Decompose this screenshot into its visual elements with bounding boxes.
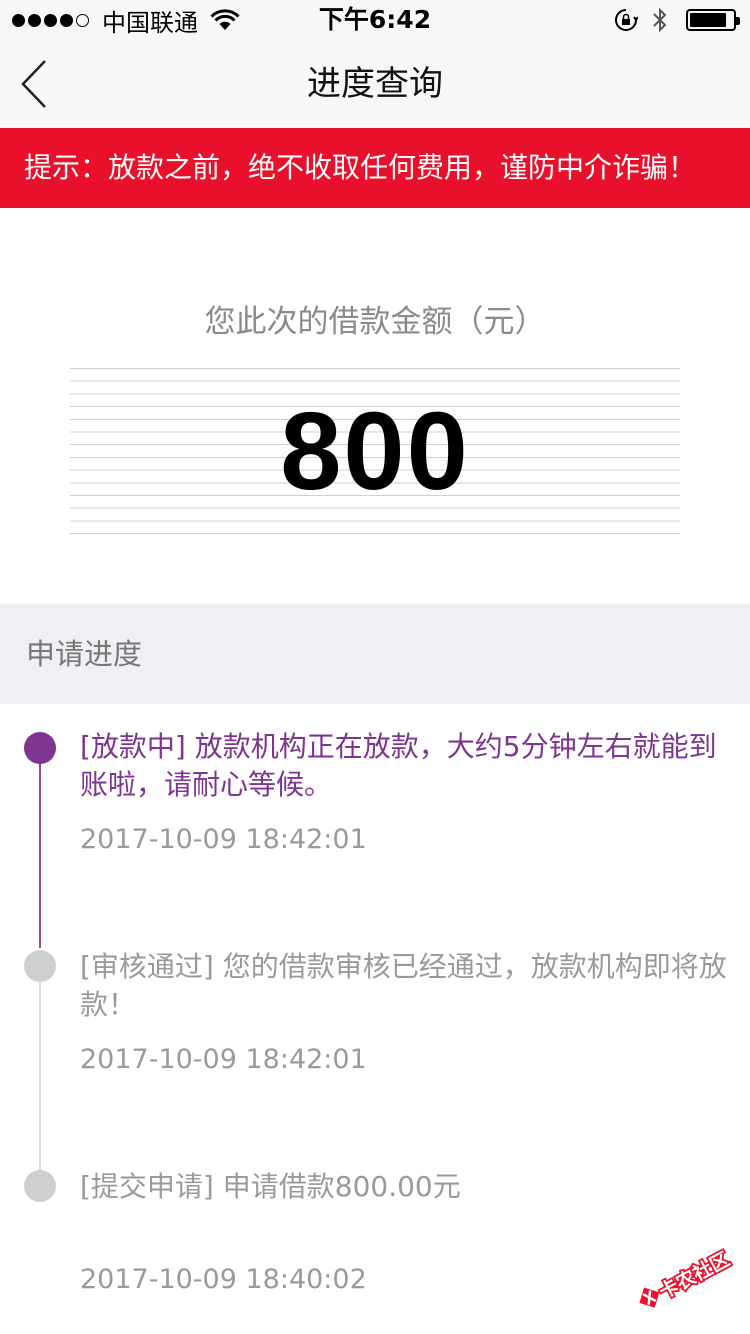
progress-section-title: 申请进度 bbox=[26, 637, 143, 671]
rotation-lock-icon bbox=[615, 9, 638, 31]
timeline-step-text: [审核通过] 您的借款审核已经通过，放款机构即将放款！ bbox=[80, 950, 727, 1021]
loan-amount-value: 800 bbox=[280, 390, 470, 513]
timeline-step-time: 2017-10-09 18:42:01 bbox=[80, 824, 367, 855]
progress-timeline: [放款中] 放款机构正在放款，大约5分钟左右就能到账啦，请耐心等候。 2017-… bbox=[0, 704, 750, 1334]
navigation-bar: 进度查询 bbox=[0, 40, 750, 128]
timeline-node bbox=[24, 1170, 56, 1202]
loan-amount-label: 您此次的借款金额（元） bbox=[204, 304, 546, 340]
loan-amount-box: 800 bbox=[70, 368, 680, 536]
timeline-node-current bbox=[24, 732, 56, 764]
timeline-node bbox=[24, 950, 56, 982]
timeline-connector-active bbox=[39, 748, 41, 948]
timeline-step-text: [放款中] 放款机构正在放款，大约5分钟左右就能到账啦，请耐心等候。 bbox=[80, 730, 717, 801]
progress-section-header: 申请进度 bbox=[0, 604, 750, 704]
status-bar: 中国联通 下午6:42 bbox=[0, 0, 750, 40]
loan-amount-section: 您此次的借款金额（元） 800 bbox=[0, 208, 750, 604]
watermark-logo: 卡农社区 bbox=[639, 1246, 735, 1308]
timeline-step-time: 2017-10-09 18:42:01 bbox=[80, 1044, 367, 1075]
battery-icon bbox=[686, 9, 740, 31]
bluetooth-icon bbox=[653, 7, 667, 33]
timeline-step-text: [提交申请] 申请借款800.00元 bbox=[80, 1170, 461, 1203]
battery-fill bbox=[690, 13, 726, 27]
timeline-connector-inactive bbox=[39, 966, 41, 1186]
battery-tip bbox=[736, 17, 740, 25]
page-title: 进度查询 bbox=[307, 64, 443, 104]
timeline-step-time: 2017-10-09 18:40:02 bbox=[80, 1264, 367, 1295]
status-right bbox=[614, 0, 740, 40]
warning-banner: 提示：放款之前，绝不收取任何费用，谨防中介诈骗！ bbox=[0, 128, 750, 208]
watermark-text: 卡农社区 bbox=[655, 1247, 733, 1303]
